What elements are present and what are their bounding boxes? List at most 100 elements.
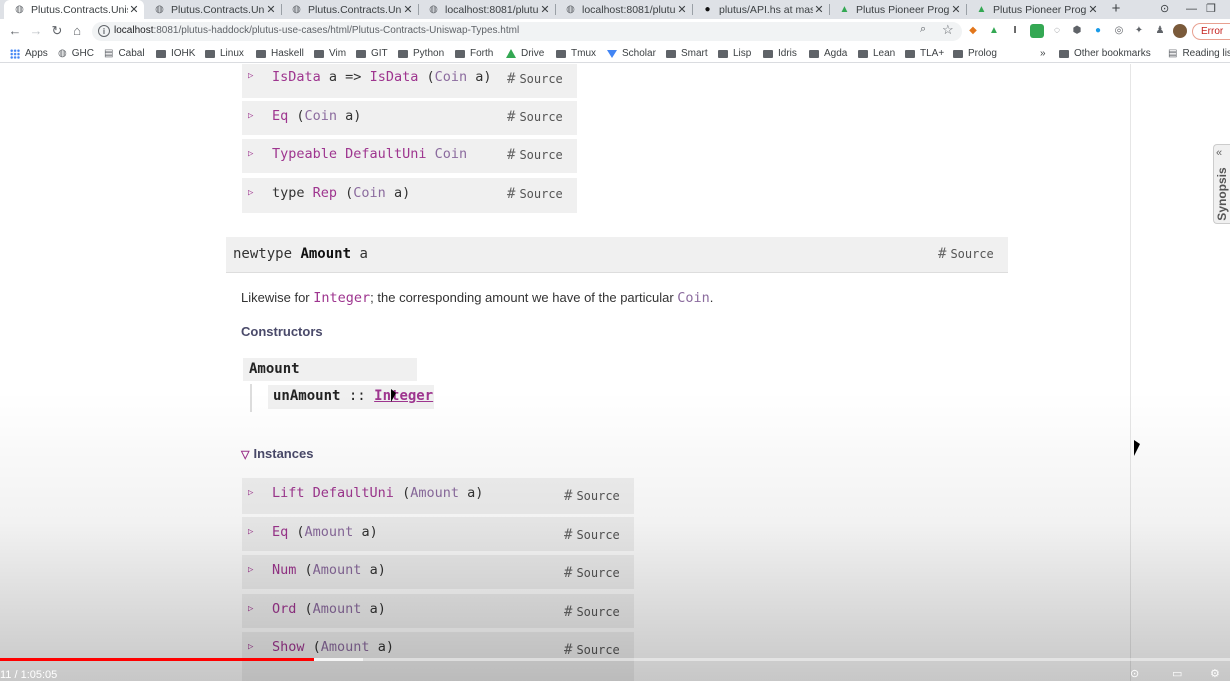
extension-target-icon[interactable]: ◎: [1112, 24, 1126, 38]
close-icon[interactable]: ✕: [1087, 3, 1099, 16]
bookmark-linux[interactable]: Linux: [205, 46, 244, 61]
tab-0[interactable]: ◍ Plutus.Contracts.Unis ✕: [4, 0, 144, 19]
subtitles-icon[interactable]: ▭: [1172, 667, 1182, 680]
synopsis-toggle[interactable]: « Synopsis: [1213, 144, 1230, 224]
bookmark-lisp[interactable]: Lisp: [718, 46, 751, 61]
extension-circle-icon[interactable]: ◌: [1050, 24, 1064, 38]
bookmark-drive[interactable]: Drive: [506, 46, 544, 61]
instance-row[interactable]: ▷ Ord (Amount a) # Source: [242, 594, 634, 628]
bookmark-idris[interactable]: Idris: [763, 46, 797, 61]
instance-row[interactable]: ▷ Num (Amount a) # Source: [242, 555, 634, 589]
reload-icon[interactable]: ↻: [48, 22, 66, 40]
tab-1[interactable]: ◍ Plutus.Contracts.Unis ✕: [144, 0, 281, 19]
restore-icon[interactable]: ❐: [1206, 0, 1216, 19]
source-link[interactable]: # Source: [564, 565, 620, 581]
bookmark-haskell[interactable]: Haskell: [256, 46, 304, 61]
error-button[interactable]: Error: [1192, 23, 1230, 40]
instance-row[interactable]: ▷ type Rep (Coin a) # Source: [242, 178, 577, 213]
expand-triangle-icon[interactable]: ▷: [248, 565, 253, 575]
home-icon[interactable]: ⌂: [68, 22, 86, 40]
bookmark-apps[interactable]: Apps: [10, 46, 48, 61]
expand-triangle-icon[interactable]: ▷: [248, 642, 253, 652]
bookmark-ghc[interactable]: ◍ GHC: [58, 46, 94, 61]
avatar[interactable]: [1173, 24, 1187, 38]
zoom-icon[interactable]: ⌕: [920, 23, 926, 36]
extension-grid-icon[interactable]: [1030, 24, 1044, 38]
close-icon[interactable]: ✕: [265, 3, 277, 16]
source-link[interactable]: # Source: [564, 527, 620, 543]
instances-heading[interactable]: ▽ Instances: [241, 446, 313, 461]
expand-triangle-icon[interactable]: ▷: [248, 604, 253, 614]
tab-6[interactable]: ▲ Plutus Pioneer Progr ✕: [829, 0, 966, 19]
bookmark-lean[interactable]: Lean: [858, 46, 895, 61]
tab-4[interactable]: ◍ localhost:8081/plutu ✕: [555, 0, 692, 19]
back-icon[interactable]: ←: [6, 22, 24, 40]
other-bookmarks[interactable]: Other bookmarks: [1059, 46, 1151, 61]
bookmarks-overflow[interactable]: »: [1040, 46, 1046, 61]
extension-i-icon[interactable]: I: [1008, 24, 1022, 38]
source-link[interactable]: # Source: [507, 71, 563, 87]
source-link[interactable]: # Source: [507, 109, 563, 125]
video-progress-bar[interactable]: [0, 658, 314, 661]
tab-3[interactable]: ◍ localhost:8081/plutu ✕: [418, 0, 555, 19]
instance-row[interactable]: ▷ Lift DefaultUni (Amount a) # Source: [242, 478, 634, 514]
bookmark-vim[interactable]: Vim: [314, 46, 346, 61]
extension-s-icon[interactable]: ●: [1091, 24, 1105, 38]
bookmark-cabal[interactable]: ▤ Cabal: [104, 46, 145, 61]
profile-icon[interactable]: ♟: [1153, 24, 1167, 38]
close-icon[interactable]: ✕: [128, 3, 140, 16]
bookmark-iohk[interactable]: IOHK: [156, 46, 195, 61]
settings-gear-icon[interactable]: ⚙: [1210, 667, 1220, 680]
type-link-integer[interactable]: Integer: [374, 388, 433, 404]
bookmark-git[interactable]: GIT: [356, 46, 388, 61]
expand-triangle-icon[interactable]: ▷: [248, 488, 253, 498]
expand-triangle-icon[interactable]: ▷: [248, 71, 253, 81]
bookmark-smart[interactable]: Smart: [666, 46, 708, 61]
bookmark-prolog[interactable]: Prolog: [953, 46, 997, 61]
tab-search-icon[interactable]: ⊙: [1160, 0, 1169, 19]
minimize-icon[interactable]: —: [1186, 0, 1197, 19]
instance-row[interactable]: ▷ Show (Amount a) # Source: [242, 632, 634, 681]
new-tab-button[interactable]: +: [1107, 0, 1125, 19]
address-bar[interactable]: i localhost:8081/plutus-haddock/plutus-u…: [92, 22, 962, 41]
expand-triangle-icon[interactable]: ▷: [248, 527, 253, 537]
tab-2[interactable]: ◍ Plutus.Contracts.Unis ✕: [281, 0, 418, 19]
expand-triangle-icon[interactable]: ▷: [248, 188, 253, 198]
puzzle-icon[interactable]: ✦: [1132, 24, 1146, 38]
instance-row[interactable]: ▷ IsData a => IsData (Coin a) # Source: [242, 64, 577, 98]
close-icon[interactable]: ✕: [813, 3, 825, 16]
bookmark-python[interactable]: Python: [398, 46, 444, 61]
bookmark-tla[interactable]: TLA+: [905, 46, 944, 61]
metamask-icon[interactable]: ◆: [966, 24, 980, 38]
bookmark-scholar[interactable]: Scholar: [607, 46, 656, 61]
extension-arrow-icon[interactable]: ▲: [987, 24, 1001, 38]
close-icon[interactable]: ✕: [539, 3, 551, 16]
expand-triangle-icon[interactable]: ▷: [248, 111, 253, 121]
tab-7[interactable]: ▲ Plutus Pioneer Progr ✕: [966, 0, 1103, 19]
type-link-integer[interactable]: Integer: [313, 290, 370, 306]
info-icon[interactable]: i: [98, 25, 110, 37]
collapse-triangle-icon[interactable]: ▽: [241, 449, 249, 461]
source-link[interactable]: # Source: [507, 147, 563, 163]
source-link[interactable]: # Source: [564, 488, 620, 504]
source-link[interactable]: # Source: [564, 604, 620, 620]
bookmark-forth[interactable]: Forth: [455, 46, 493, 61]
instance-row[interactable]: ▷ Eq (Amount a) # Source: [242, 517, 634, 551]
star-icon[interactable]: ☆: [942, 22, 954, 38]
url-text[interactable]: localhost:8081/plutus-haddock/plutus-use…: [114, 25, 519, 36]
close-icon[interactable]: ✕: [950, 3, 962, 16]
source-link[interactable]: # Source: [507, 186, 563, 202]
instance-row[interactable]: ▷ Eq (Coin a) # Source: [242, 101, 577, 135]
type-link-coin[interactable]: Coin: [677, 290, 710, 306]
close-icon[interactable]: ✕: [676, 3, 688, 16]
bookmark-agda[interactable]: Agda: [809, 46, 847, 61]
autoplay-toggle-icon[interactable]: ⊙: [1130, 667, 1139, 680]
source-link[interactable]: # Source: [938, 246, 994, 262]
close-icon[interactable]: ✕: [402, 3, 414, 16]
expand-triangle-icon[interactable]: ▷: [248, 149, 253, 159]
reading-list[interactable]: ▤ Reading list: [1168, 46, 1230, 61]
bookmark-tmux[interactable]: Tmux: [556, 46, 596, 61]
source-link[interactable]: # Source: [564, 642, 620, 658]
instance-row[interactable]: ▷ Typeable DefaultUni Coin # Source: [242, 139, 577, 173]
tab-5[interactable]: ● plutus/API.hs at mas ✕: [692, 0, 829, 19]
